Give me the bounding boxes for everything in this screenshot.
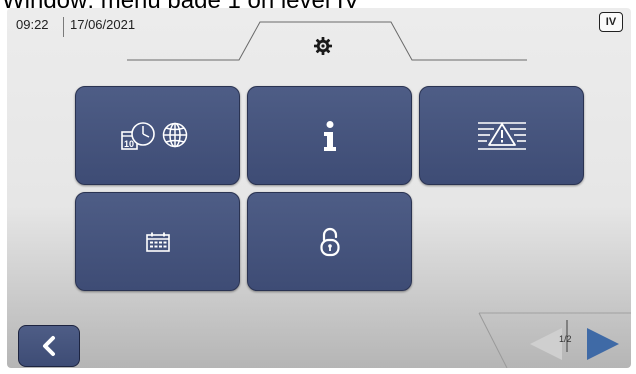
triangle-right-icon[interactable] <box>585 326 625 362</box>
page-indicator: 1/2 <box>559 334 572 344</box>
device-screen: 09:22 17/06/2021 IV 10 1/2 <box>7 8 631 368</box>
pager-divider <box>566 320 568 352</box>
